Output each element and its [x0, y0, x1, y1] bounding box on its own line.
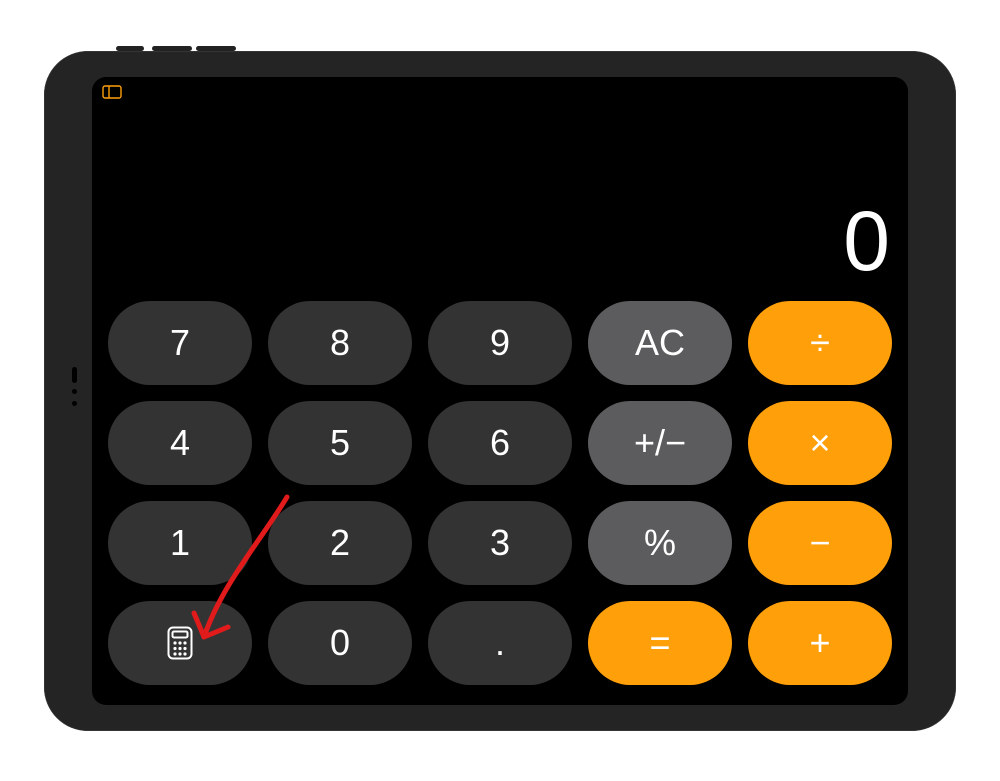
key-1[interactable]: 1	[108, 501, 252, 585]
device-edge-button	[116, 46, 144, 51]
display-value: 0	[843, 199, 890, 283]
key-7[interactable]: 7	[108, 301, 252, 385]
device-edge-button	[152, 46, 192, 51]
device-edge-button	[196, 46, 236, 51]
key-3[interactable]: 3	[428, 501, 572, 585]
device-sensor-dot	[72, 401, 77, 406]
key-mode-switch[interactable]	[108, 601, 252, 685]
key-all-clear[interactable]: AC	[588, 301, 732, 385]
device-camera-slot	[72, 367, 77, 383]
key-6[interactable]: 6	[428, 401, 572, 485]
key-equals[interactable]: =	[588, 601, 732, 685]
key-multiply[interactable]: ×	[748, 401, 892, 485]
screen: 0 7 8 9 AC ÷ 4 5 6 +/− × 1 2 3 % −	[92, 77, 908, 705]
key-8[interactable]: 8	[268, 301, 412, 385]
key-2[interactable]: 2	[268, 501, 412, 585]
sidebar-toggle-icon[interactable]	[102, 85, 122, 99]
key-0[interactable]: 0	[268, 601, 412, 685]
calculator-icon	[167, 626, 193, 660]
calculator-display: 0	[92, 77, 908, 293]
key-5[interactable]: 5	[268, 401, 412, 485]
key-9[interactable]: 9	[428, 301, 572, 385]
key-plus[interactable]: +	[748, 601, 892, 685]
key-plus-minus[interactable]: +/−	[588, 401, 732, 485]
ipad-device-frame: 0 7 8 9 AC ÷ 4 5 6 +/− × 1 2 3 % −	[44, 51, 956, 731]
key-divide[interactable]: ÷	[748, 301, 892, 385]
key-percent[interactable]: %	[588, 501, 732, 585]
key-decimal[interactable]: .	[428, 601, 572, 685]
keypad: 7 8 9 AC ÷ 4 5 6 +/− × 1 2 3 % −	[92, 293, 908, 705]
device-sensor-dot	[72, 389, 77, 394]
key-minus[interactable]: −	[748, 501, 892, 585]
key-4[interactable]: 4	[108, 401, 252, 485]
